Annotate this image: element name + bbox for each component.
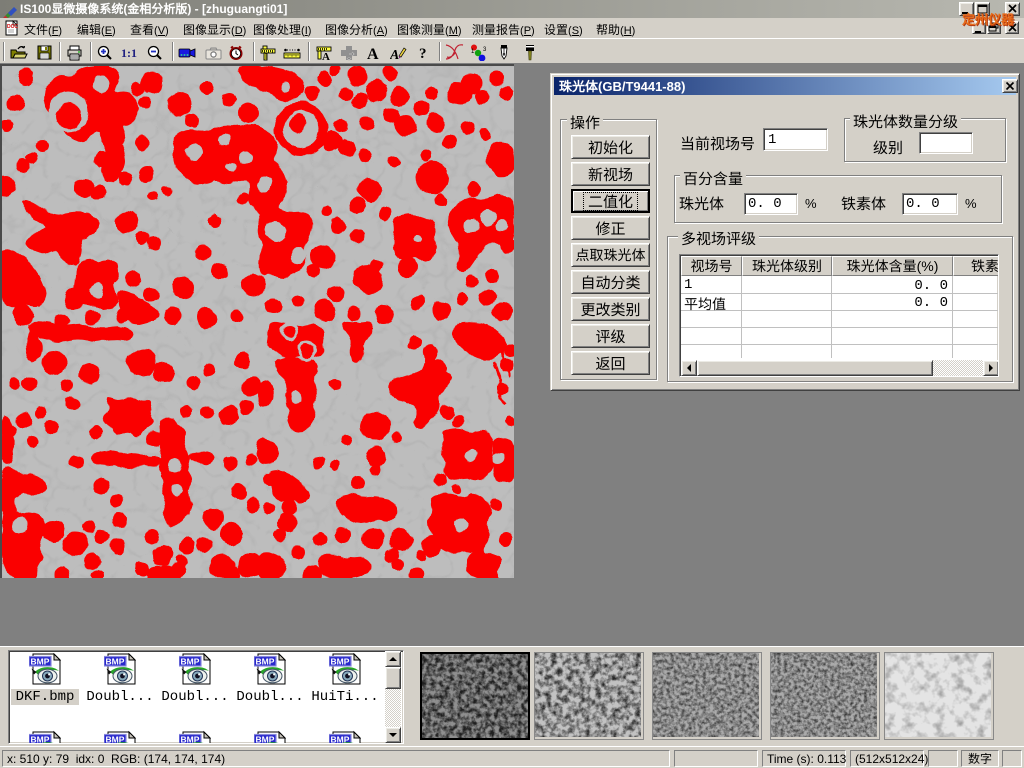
- svg-text:A: A: [390, 48, 399, 61]
- svg-text:A: A: [367, 46, 379, 61]
- svg-text:BMP: BMP: [106, 657, 125, 667]
- svg-text:BMP: BMP: [181, 657, 200, 667]
- svg-text:?: ?: [419, 46, 427, 61]
- svg-text:1:1: 1:1: [121, 46, 137, 60]
- svg-text:BMP: BMP: [331, 657, 350, 667]
- svg-text:DOC: DOC: [7, 24, 19, 30]
- svg-text:BMP: BMP: [256, 657, 275, 667]
- svg-text:BMP: BMP: [31, 657, 50, 667]
- svg-text:A: A: [322, 51, 330, 61]
- svg-text:3: 3: [483, 47, 487, 53]
